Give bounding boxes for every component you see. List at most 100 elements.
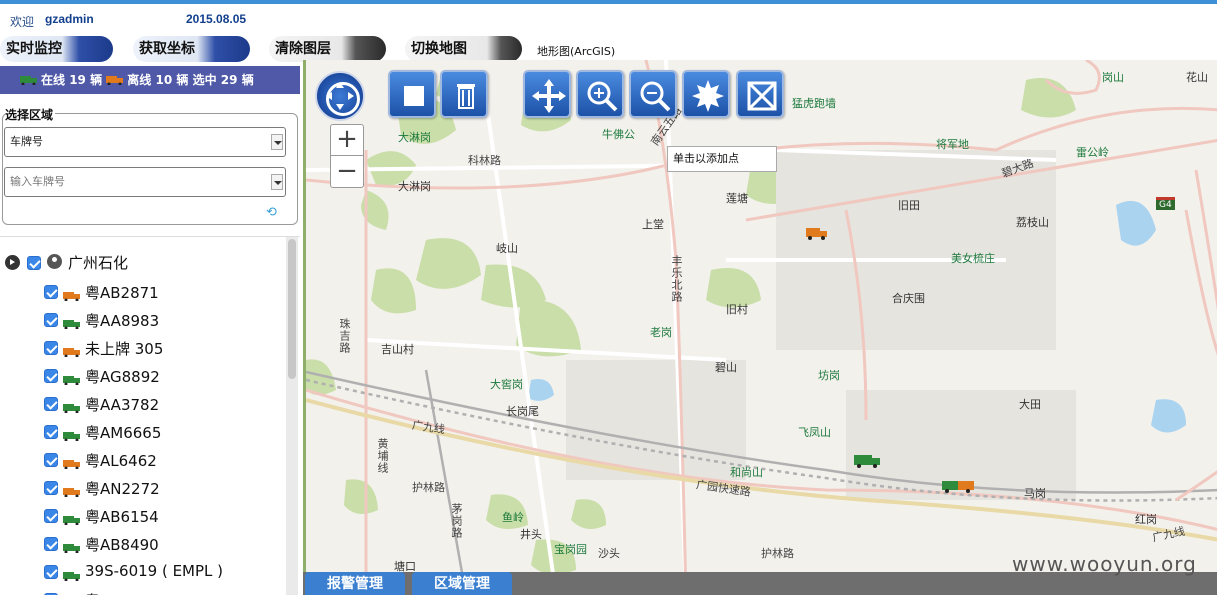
online-count: 19: [69, 73, 86, 87]
vehicle-checkbox[interactable]: [44, 341, 58, 355]
online-truck-icon: [63, 315, 81, 333]
vehicle-checkbox[interactable]: [44, 397, 58, 411]
tab-region-management[interactable]: 区域管理: [412, 572, 512, 595]
vehicle-checkbox[interactable]: [44, 285, 58, 299]
chevron-down-icon[interactable]: [271, 134, 283, 150]
map-label: 上堂: [642, 218, 664, 231]
delete-tool-button[interactable]: [440, 70, 488, 118]
clear-tool-button[interactable]: [736, 70, 784, 118]
map-label: 旧村: [726, 303, 748, 316]
vehicle-plate: 粤AM6665: [85, 424, 162, 442]
vehicle-checkbox[interactable]: [44, 313, 58, 327]
vehicle-checkbox[interactable]: [44, 537, 58, 551]
map-label: 茅岗路: [450, 503, 463, 539]
tree-root-label: 广州石化: [68, 254, 129, 272]
map-label: 大淋岗: [398, 180, 431, 193]
full-extent-tool-button[interactable]: [682, 70, 730, 118]
expand-icon[interactable]: [5, 255, 20, 270]
vehicle-checkbox[interactable]: [44, 509, 58, 523]
offline-truck-icon: [63, 483, 81, 501]
offline-count: 10: [155, 73, 173, 87]
online-truck-icon: [63, 511, 81, 529]
plate-type-select[interactable]: 车牌号: [4, 127, 286, 157]
online-truck-icon: [63, 371, 81, 389]
vehicle-plate: 粤AB6154: [85, 508, 159, 526]
map-tooltip: 单击以添加点: [667, 146, 777, 172]
map-label: 飞凤山: [798, 426, 831, 439]
map-label: 长岗尾: [506, 405, 539, 418]
root-checkbox[interactable]: [27, 256, 41, 270]
square-icon: [404, 86, 424, 106]
offline-truck-icon: [106, 67, 124, 95]
vehicle-checkbox[interactable]: [44, 481, 58, 495]
chevron-down-icon[interactable]: [271, 174, 283, 190]
zoom-in-tool-button[interactable]: [576, 70, 624, 118]
move-arrows-icon: [326, 82, 354, 110]
map-label: 老岗: [650, 326, 672, 339]
map-view[interactable]: 大淋岗 大淋岗 科林路 牛佛公 南云五路 猛虎跑墙 将军地 雷公岭 碧大路 莲塘…: [303, 60, 1217, 595]
map-label: 珠吉路: [338, 318, 351, 354]
highway-shield: G4: [1156, 197, 1175, 210]
zoom-control: + −: [330, 124, 364, 188]
zoom-in-button[interactable]: +: [331, 125, 363, 156]
truck-marker[interactable]: [942, 478, 974, 497]
map-label: 大田: [1019, 398, 1041, 411]
tree-scrollbar[interactable]: [286, 237, 298, 595]
plate-search-input[interactable]: 输入车牌号: [4, 167, 286, 197]
offline-truck-icon: [63, 455, 81, 473]
vehicle-tree: 广州石化 粤AB2871 粤AA8983 未上牌 305 粤AG8892 粤AA3782…: [0, 236, 300, 595]
area-title: 选择区域: [5, 106, 56, 123]
map-label: 雷公岭: [1076, 146, 1109, 159]
vehicle-checkbox[interactable]: [44, 565, 58, 579]
map-label: 井头: [520, 528, 542, 541]
map-label: 沙头: [598, 547, 620, 560]
clear-layers-button[interactable]: 清除图层: [269, 36, 386, 62]
zoom-out-icon: [640, 81, 671, 112]
map-label: 和尚山: [730, 466, 763, 479]
online-unit: 辆: [90, 73, 103, 87]
offline-truck-icon: [63, 343, 81, 361]
map-label: 坊岗: [818, 369, 840, 382]
rectangle-tool-button[interactable]: [388, 70, 436, 118]
realtime-monitor-button[interactable]: 实时监控: [0, 36, 113, 62]
online-truck-icon: [63, 427, 81, 445]
vehicle-plate: 粤AN2272: [85, 480, 160, 498]
online-label: 在线: [41, 73, 66, 87]
map-label: 岐山: [496, 242, 518, 255]
zoom-out-tool-button[interactable]: [629, 70, 677, 118]
scrollbar-thumb[interactable]: [288, 239, 296, 379]
trash-icon: [457, 84, 475, 109]
map-label: 合庆围: [892, 292, 925, 305]
vehicle-status-bar: 在线 19 辆 离线 10 辆 选中 29 辆: [0, 66, 300, 94]
welcome-text: 欢迎: [10, 15, 35, 29]
get-coords-button[interactable]: 获取坐标: [133, 36, 250, 62]
truck-marker[interactable]: [806, 225, 828, 244]
vehicle-checkbox[interactable]: [44, 425, 58, 439]
vehicle-checkbox[interactable]: [44, 453, 58, 467]
map-label: 大淋岗: [398, 131, 431, 144]
online-truck-icon: [20, 67, 38, 95]
pan-control[interactable]: [315, 71, 365, 121]
refresh-icon[interactable]: ⟲: [266, 205, 277, 220]
map-label: 牛佛公: [602, 128, 635, 141]
truck-marker[interactable]: [854, 453, 882, 473]
map-label: 宝岗园: [554, 543, 587, 556]
online-truck-icon: [63, 399, 81, 417]
offline-label: 离线: [127, 73, 152, 87]
vehicle-checkbox[interactable]: [44, 369, 58, 383]
switch-map-button[interactable]: 切换地图: [405, 36, 522, 62]
map-label: 黄埔线: [376, 438, 389, 474]
area-selection-panel: 选择区域 车牌号 输入车牌号 ⟲: [0, 94, 300, 228]
map-label: 将军地: [936, 138, 969, 151]
pan-tool-button[interactable]: [523, 70, 571, 118]
selected-label: 选中: [192, 73, 217, 87]
tab-alarm-management[interactable]: 报警管理: [305, 572, 405, 595]
zoom-out-button[interactable]: −: [331, 157, 363, 188]
zoom-in-icon: [587, 81, 618, 112]
close-box-icon: [747, 81, 777, 111]
watermark: www.wooyun.org: [1012, 552, 1197, 576]
plate-search-placeholder: 输入车牌号: [10, 175, 65, 188]
map-label: 吉山村: [381, 343, 414, 356]
current-date: 2015.08.05: [186, 12, 247, 26]
vehicle-plate: 39S-6019 ( EMPL ): [85, 562, 224, 580]
